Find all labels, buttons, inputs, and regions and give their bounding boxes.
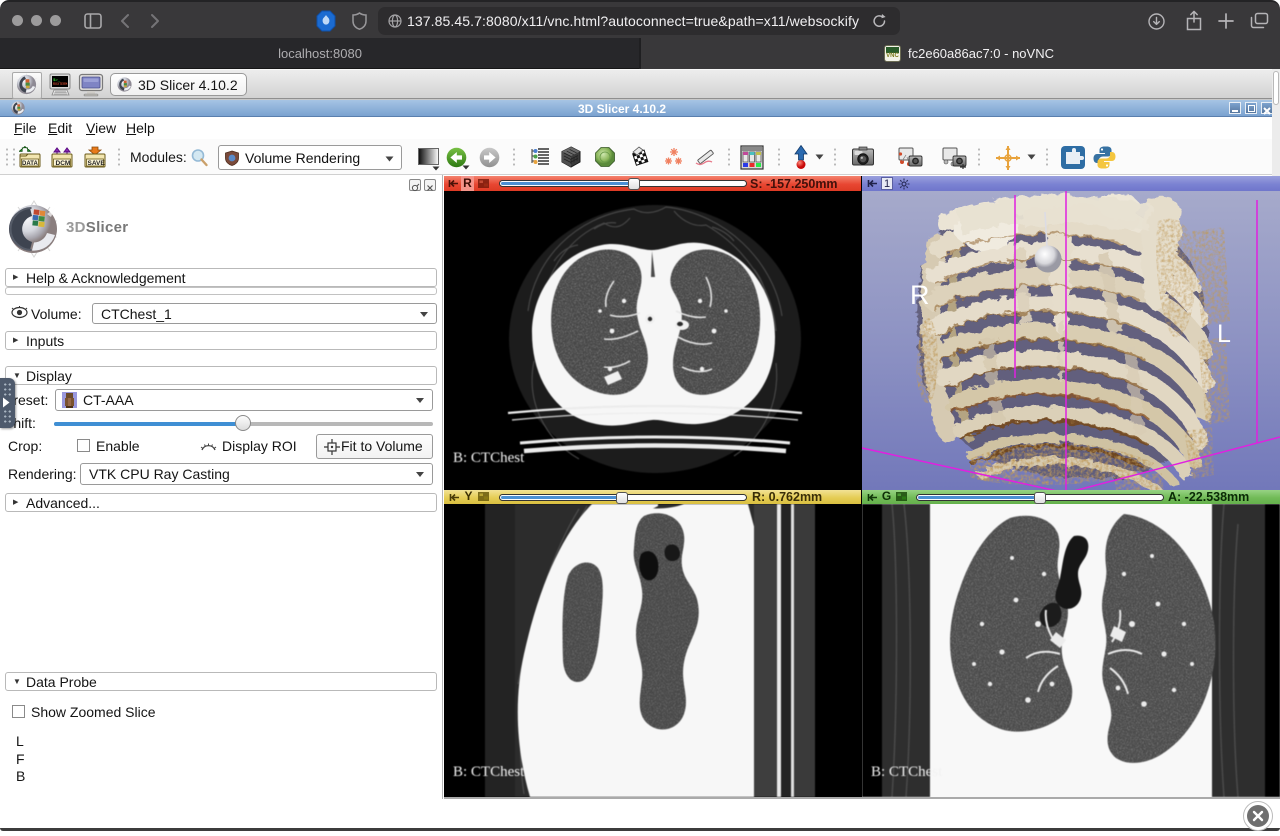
svg-text:B: CTChest: B: CTChest bbox=[453, 764, 525, 780]
svg-text:L: L bbox=[1217, 320, 1231, 348]
svg-text:B: CTChest: B: CTChest bbox=[871, 764, 943, 780]
svg-text:DATA: DATA bbox=[22, 161, 38, 167]
svg-text:B: CTChest: B: CTChest bbox=[453, 450, 525, 466]
svg-text:ROXTERM: ROXTERM bbox=[53, 83, 67, 87]
svg-text:DCM: DCM bbox=[56, 160, 71, 167]
svg-text:SAVE: SAVE bbox=[88, 160, 106, 167]
svg-text:R: R bbox=[910, 280, 930, 310]
